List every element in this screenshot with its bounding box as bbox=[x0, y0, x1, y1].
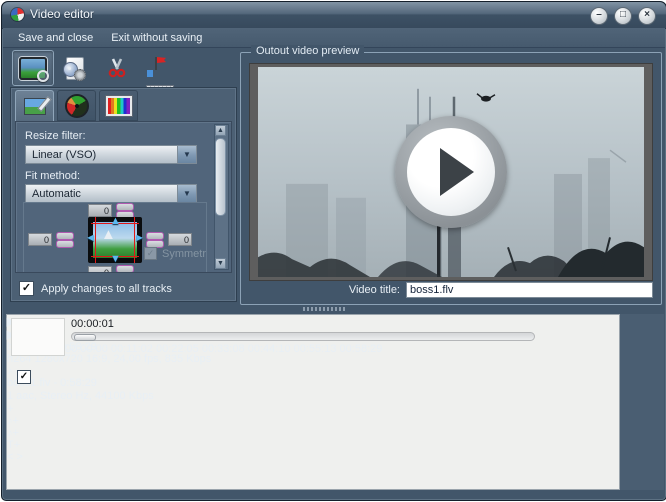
audio-track-clip[interactable]: ♪ boss1.flv - 0:58:29 1 aac, Stereo Hz, … bbox=[7, 365, 619, 403]
crop-arrow-down-icon[interactable]: ▼ bbox=[110, 253, 121, 265]
timeline-area: 00:00:01 00:00:00 00:11:02 00:22:05 00:3… bbox=[6, 314, 620, 490]
crop-left-spinner[interactable] bbox=[56, 232, 74, 246]
chevron-down-icon[interactable]: ▼ bbox=[177, 146, 196, 163]
seek-slider[interactable] bbox=[71, 332, 535, 341]
crop-control: 0 0 ▲ ▲ ▼ ◄ ► 0 0 bbox=[23, 202, 207, 273]
ruler-tick: 00:00:00 bbox=[65, 343, 108, 355]
gauge-icon bbox=[65, 94, 89, 118]
ruler-tick: 00:44:10 bbox=[248, 343, 291, 355]
apply-all-label: Apply changes to all tracks bbox=[41, 283, 172, 295]
ruler-tick: 00:55:13 bbox=[294, 343, 337, 355]
menu-exit-without-saving[interactable]: Exit without saving bbox=[102, 30, 211, 46]
symmetric-checkbox[interactable]: ✓ bbox=[144, 247, 157, 260]
preview-settings-button[interactable] bbox=[12, 50, 54, 86]
crop-bottom-value[interactable]: 0 bbox=[88, 266, 112, 273]
tab-color-gauge[interactable] bbox=[57, 90, 96, 121]
settings-panel: Resize filter: Linear (VSO) ▼ Fit method… bbox=[10, 87, 237, 302]
apply-all-row: ✓ Apply changes to all tracks bbox=[19, 281, 172, 296]
output-preview-group: Outout video preview bbox=[240, 52, 662, 305]
ruler-tick: 00:22:05 bbox=[156, 343, 199, 355]
clapperboard-add-icon: + bbox=[7, 403, 619, 415]
crop-right-spinner[interactable] bbox=[146, 232, 164, 246]
window-title: Video editor bbox=[30, 7, 94, 21]
ruler-tick: 00:11:02 bbox=[111, 343, 153, 355]
file-disc-icon bbox=[66, 57, 84, 80]
chapter-flag-icon bbox=[146, 57, 172, 79]
titlebar[interactable]: Video editor – □ × bbox=[2, 2, 666, 29]
splitter-grip-icon[interactable] bbox=[303, 307, 347, 311]
crop-left-value[interactable]: 0 bbox=[28, 233, 52, 246]
crop-arrow-up-icon[interactable]: ▲ bbox=[110, 215, 121, 227]
scroll-up-icon[interactable]: ▲ bbox=[215, 125, 226, 136]
note-add-icon: ♪+ bbox=[7, 427, 619, 439]
splitter[interactable] bbox=[3, 304, 665, 314]
add-audio-track-button[interactable]: ♪+ bbox=[7, 427, 619, 439]
add-text-track-button[interactable]: T+ bbox=[7, 439, 619, 451]
symmetric-option: ✓ Symmetric bbox=[144, 247, 207, 260]
symmetric-label: Symmetric bbox=[162, 248, 207, 260]
panel-scrollbar-thumb[interactable] bbox=[215, 138, 226, 216]
current-time: 00:00:01 bbox=[71, 318, 114, 330]
video-title-row: Video title: bbox=[241, 281, 653, 298]
image-edit-icon bbox=[24, 98, 46, 115]
chevron-down-icon[interactable]: ▼ bbox=[177, 185, 196, 202]
fit-method-label: Fit method: bbox=[25, 170, 80, 182]
timeline-header-cell bbox=[11, 318, 65, 356]
colorbars-icon bbox=[106, 96, 132, 116]
text-add-icon: T+ bbox=[7, 439, 619, 451]
add-audio-effect-button[interactable]: ♪+ bbox=[7, 415, 619, 427]
app-icon bbox=[11, 8, 24, 21]
fit-method-value: Automatic bbox=[32, 188, 81, 200]
scissors-icon bbox=[106, 57, 128, 79]
scroll-right-icon[interactable]: > bbox=[17, 451, 23, 463]
crop-arrow-left-icon[interactable]: ◄ bbox=[85, 232, 96, 244]
resize-filter-label: Resize filter: bbox=[25, 130, 86, 142]
ruler-tick: 00:33:08 bbox=[202, 343, 245, 355]
video-editor-window: Video editor – □ × Save and close Exit w… bbox=[1, 1, 666, 501]
chapters-button[interactable] bbox=[138, 50, 180, 86]
crop-arrow-right-icon[interactable]: ► bbox=[134, 232, 145, 244]
crop-bottom-spinner[interactable] bbox=[116, 265, 134, 273]
note-add-icon: ♪+ bbox=[7, 415, 619, 427]
settings-body: Resize filter: Linear (VSO) ▼ Fit method… bbox=[15, 121, 232, 273]
video-title-label: Video title: bbox=[349, 284, 400, 296]
export-file-button[interactable] bbox=[54, 50, 96, 86]
crop-right-value[interactable]: 0 bbox=[168, 233, 192, 246]
audio-clip-title: boss1.flv - 0:58:29 bbox=[7, 377, 619, 390]
crop-grid-lines bbox=[91, 223, 139, 257]
close-button[interactable]: × bbox=[638, 7, 656, 25]
crop-preview-thumbnail[interactable]: ▲ ▲ ▼ ◄ ► bbox=[88, 217, 142, 263]
resize-filter-select[interactable]: Linear (VSO) ▼ bbox=[25, 145, 197, 164]
tab-color-bars[interactable] bbox=[99, 90, 138, 121]
crop-top-value[interactable]: 0 bbox=[88, 204, 112, 217]
apply-all-checkbox[interactable]: ✓ bbox=[19, 281, 34, 296]
audio-note-icon: ♪ bbox=[7, 365, 619, 377]
tab-image-settings[interactable] bbox=[15, 90, 54, 123]
panel-scrollbar[interactable]: ▲ ▼ bbox=[214, 124, 229, 270]
resize-filter-value: Linear (VSO) bbox=[32, 149, 96, 161]
scroll-down-icon[interactable]: ▼ bbox=[215, 258, 226, 269]
audio-track-checkbox[interactable]: ✓ bbox=[17, 370, 31, 384]
fit-method-select[interactable]: Automatic ▼ bbox=[25, 184, 197, 203]
timeline-horizontal-scrollbar[interactable]: < > bbox=[7, 451, 619, 463]
monitor-icon bbox=[19, 57, 47, 80]
seek-slider-thumb[interactable] bbox=[74, 334, 96, 341]
minimize-button[interactable]: – bbox=[590, 7, 608, 25]
add-video-effect-button[interactable]: + bbox=[7, 403, 619, 415]
video-title-input[interactable] bbox=[406, 282, 653, 298]
cut-button[interactable] bbox=[96, 50, 138, 86]
menu-save-and-close[interactable]: Save and close bbox=[9, 30, 102, 46]
ruler-end-time: 00:58:29 bbox=[340, 343, 383, 355]
play-overlay-button[interactable] bbox=[395, 116, 507, 228]
audio-clip-details: 1 aac, Stereo Hz, 44100 Kbps bbox=[7, 390, 619, 403]
timeline-ruler[interactable]: 00:00:00 00:11:02 00:22:05 00:33:08 00:4… bbox=[65, 343, 611, 360]
video-preview[interactable] bbox=[249, 63, 653, 281]
maximize-button[interactable]: □ bbox=[614, 7, 632, 25]
play-icon bbox=[440, 148, 474, 196]
scroll-left-icon[interactable]: < bbox=[7, 451, 13, 463]
preview-group-label: Outout video preview bbox=[251, 45, 364, 57]
timeline-panel: 00:00:01 00:00:00 00:11:02 00:22:05 00:3… bbox=[6, 314, 664, 490]
